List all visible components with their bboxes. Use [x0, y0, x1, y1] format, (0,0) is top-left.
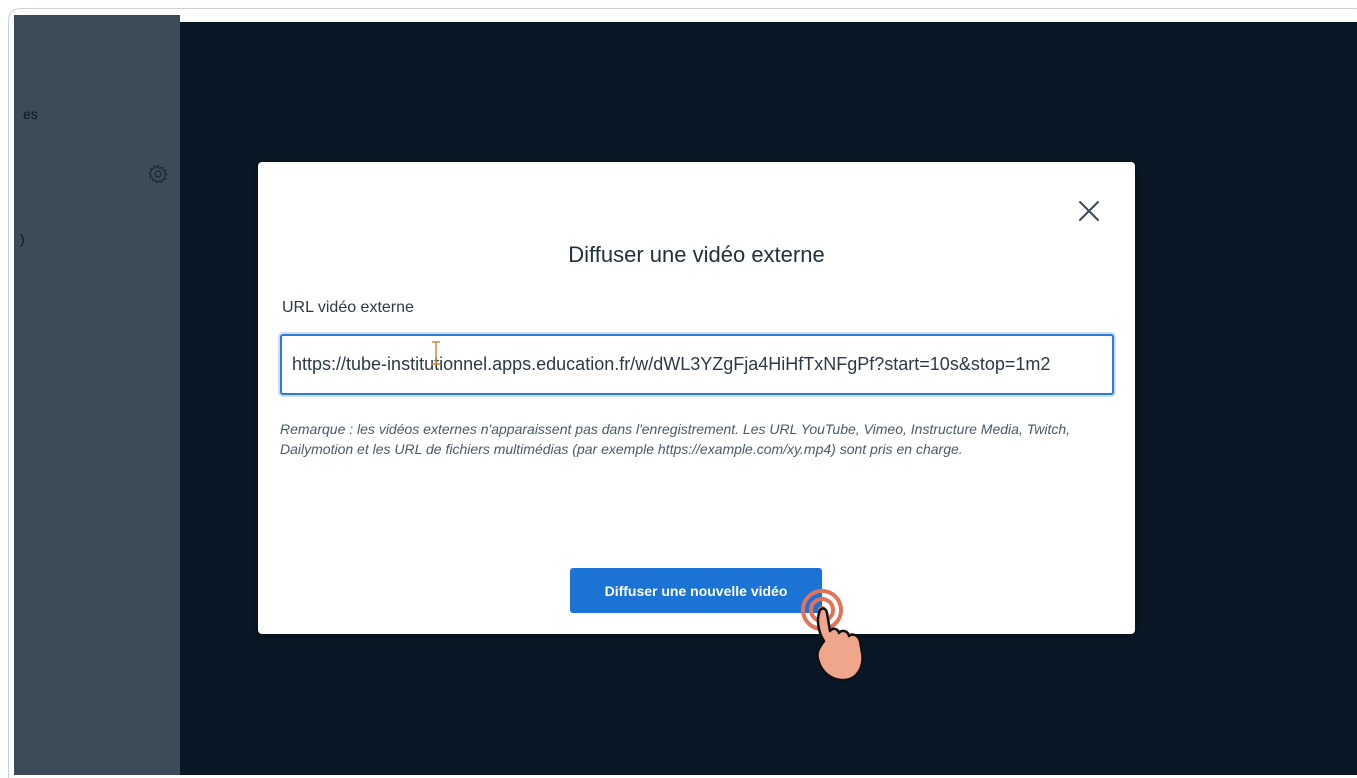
- pointer-hand-icon: [801, 589, 864, 682]
- sidebar: [14, 15, 180, 775]
- gear-icon[interactable]: [148, 164, 168, 184]
- external-video-url-input[interactable]: [280, 334, 1114, 395]
- sidebar-partial-label: es: [23, 106, 38, 122]
- sidebar-partial-label-2: ): [20, 231, 25, 247]
- external-video-dialog: Diffuser une vidéo externe URL vidéo ext…: [258, 162, 1135, 634]
- close-icon: [1079, 201, 1099, 221]
- dialog-title: Diffuser une vidéo externe: [568, 242, 825, 267]
- url-field-label: URL vidéo externe: [282, 299, 414, 316]
- share-new-video-button[interactable]: Diffuser une nouvelle vidéo: [570, 568, 822, 613]
- close-button[interactable]: [1074, 196, 1104, 226]
- support-note: Remarque : les vidéos externes n'apparai…: [280, 421, 1071, 457]
- text-cursor-icon: [432, 341, 440, 365]
